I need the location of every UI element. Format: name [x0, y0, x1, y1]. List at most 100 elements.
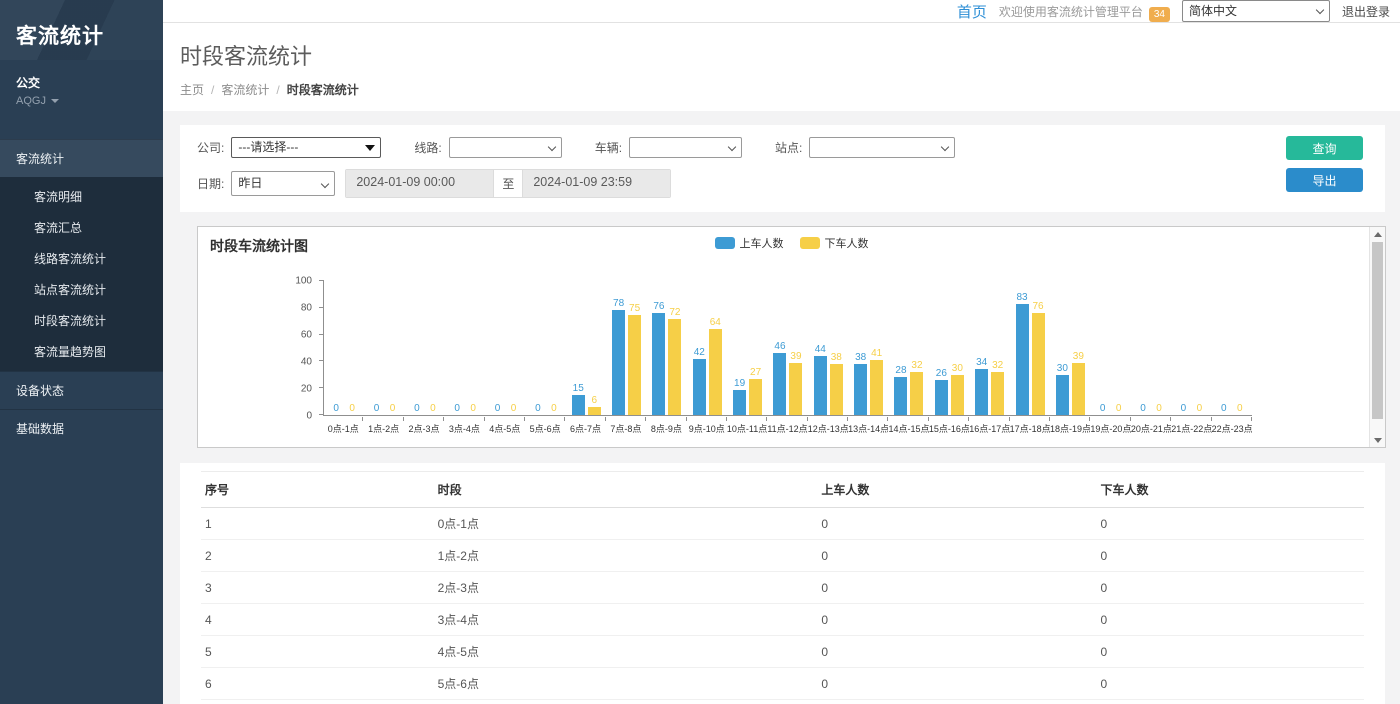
- sidebar-subitem[interactable]: 站点客流统计: [0, 274, 163, 305]
- bar[interactable]: [975, 369, 988, 415]
- bar[interactable]: [612, 310, 625, 415]
- bar[interactable]: [1016, 304, 1029, 415]
- sidebar-item-1[interactable]: 客流统计: [0, 139, 163, 177]
- company-select[interactable]: ---请选择---: [231, 137, 381, 158]
- chevron-down-icon: [941, 143, 949, 151]
- bar[interactable]: [814, 356, 827, 415]
- table-cell: 3: [201, 572, 434, 604]
- legend-item[interactable]: 下车人数: [800, 235, 869, 251]
- logout-link[interactable]: 退出登录: [1342, 3, 1390, 20]
- bar[interactable]: [709, 329, 722, 415]
- bar[interactable]: [693, 359, 706, 415]
- sidebar-item-2[interactable]: 设备状态: [0, 371, 163, 409]
- notification-badge[interactable]: 34: [1149, 7, 1170, 22]
- bar-wrap: 83: [1016, 281, 1029, 415]
- table-row[interactable]: 43点-4点00: [201, 604, 1364, 636]
- bar[interactable]: [870, 360, 883, 415]
- breadcrumb-home[interactable]: 主页: [180, 83, 204, 97]
- sidebar-subitem[interactable]: 客流汇总: [0, 212, 163, 243]
- chevron-down-icon: [728, 143, 736, 151]
- query-button[interactable]: 查询: [1286, 136, 1363, 160]
- vehicle-select[interactable]: [629, 137, 742, 158]
- bar[interactable]: [668, 319, 681, 415]
- y-tick-mark: [319, 280, 324, 281]
- sidebar-item-3[interactable]: 基础数据: [0, 409, 163, 447]
- bar-wrap: 0: [451, 281, 464, 415]
- bar[interactable]: [1032, 313, 1045, 415]
- bar-group: 00: [1171, 281, 1211, 415]
- sidebar-subitem[interactable]: 时段客流统计: [0, 305, 163, 336]
- breadcrumb-parent[interactable]: 客流统计: [221, 83, 269, 97]
- bar[interactable]: [910, 372, 923, 415]
- language-select[interactable]: 简体中文: [1182, 0, 1330, 22]
- date-end-input[interactable]: 2024-01-09 23:59: [523, 170, 670, 197]
- table-row[interactable]: 32点-3点00: [201, 572, 1364, 604]
- bar-wrap: 39: [1072, 281, 1085, 415]
- vehicle-label: 车辆:: [595, 139, 622, 156]
- x-tick-mark: [323, 417, 363, 421]
- table-row[interactable]: 65点-6点00: [201, 668, 1364, 700]
- scrollbar-thumb[interactable]: [1372, 242, 1383, 419]
- bar[interactable]: [749, 379, 762, 415]
- bar[interactable]: [773, 353, 786, 415]
- bar-value-label: 0: [495, 403, 501, 414]
- bar[interactable]: [572, 395, 585, 415]
- y-tick-mark: [319, 387, 324, 388]
- home-link[interactable]: 首页: [957, 1, 987, 22]
- x-tick-label: 16点-17点: [969, 422, 1009, 435]
- user-dropdown[interactable]: AQGJ: [0, 93, 163, 115]
- bar-value-label: 0: [1221, 403, 1227, 414]
- bar[interactable]: [1056, 375, 1069, 415]
- bar[interactable]: [935, 380, 948, 415]
- main-content: 首页 欢迎使用客流统计管理平台 34 简体中文 退出登录 时段客流统计 主页/客…: [163, 0, 1400, 704]
- date-preset-value: 昨日: [238, 176, 262, 190]
- sidebar-subitem[interactable]: 客流量趋势图: [0, 336, 163, 367]
- export-button[interactable]: 导出: [1286, 168, 1363, 192]
- bar[interactable]: [830, 364, 843, 415]
- bar[interactable]: [652, 313, 665, 415]
- x-tick-label: 18点-19点: [1050, 422, 1090, 435]
- x-tick-label: 9点-10点: [687, 422, 727, 435]
- x-tick-label: 11点-12点: [767, 422, 807, 435]
- legend-item[interactable]: 上车人数: [715, 235, 784, 251]
- bar-value-label: 42: [694, 347, 705, 358]
- date-to-label: 至: [493, 170, 523, 197]
- bar[interactable]: [588, 407, 601, 415]
- bar[interactable]: [733, 390, 746, 415]
- table-row[interactable]: 21点-2点00: [201, 540, 1364, 572]
- table-row[interactable]: 54点-5点00: [201, 636, 1364, 668]
- sidebar-subitem[interactable]: 线路客流统计: [0, 243, 163, 274]
- bar[interactable]: [789, 363, 802, 415]
- bar[interactable]: [1072, 363, 1085, 415]
- line-select[interactable]: [449, 137, 562, 158]
- bar-wrap: 75: [628, 281, 641, 415]
- bar-value-label: 0: [1237, 403, 1243, 414]
- station-select[interactable]: [809, 137, 955, 158]
- table-cell: 0: [1096, 540, 1364, 572]
- bar[interactable]: [894, 377, 907, 415]
- chart-scrollbar[interactable]: [1369, 227, 1385, 447]
- table-cell: 0: [817, 604, 1096, 636]
- line-filter: 线路:: [414, 137, 561, 158]
- table-cell: 4: [201, 604, 434, 636]
- bar[interactable]: [991, 372, 1004, 415]
- x-tick-mark: [1171, 417, 1211, 421]
- bar-wrap: 0: [1233, 281, 1246, 415]
- breadcrumb: 主页/客流统计/时段客流统计: [180, 81, 1383, 98]
- bar[interactable]: [854, 364, 867, 415]
- date-preset-select[interactable]: 昨日: [231, 171, 335, 196]
- bar[interactable]: [951, 375, 964, 415]
- date-start-input[interactable]: 2024-01-09 00:00: [346, 170, 493, 197]
- chart-header: 时段车流统计图 上车人数下车人数: [198, 227, 1385, 257]
- page-title: 时段客流统计: [180, 39, 1383, 71]
- y-tick-mark: [319, 334, 324, 335]
- table-cell: 0: [1096, 508, 1364, 540]
- table-row[interactable]: 76点-7点156: [201, 700, 1364, 704]
- bar-value-label: 0: [1100, 403, 1106, 414]
- sidebar-subitem[interactable]: 客流明细: [0, 181, 163, 212]
- x-tick-mark: [525, 417, 565, 421]
- table-row[interactable]: 10点-1点00: [201, 508, 1364, 540]
- scroll-up-arrow-icon[interactable]: [1370, 227, 1385, 241]
- bar[interactable]: [628, 315, 641, 416]
- scroll-down-arrow-icon[interactable]: [1370, 433, 1385, 447]
